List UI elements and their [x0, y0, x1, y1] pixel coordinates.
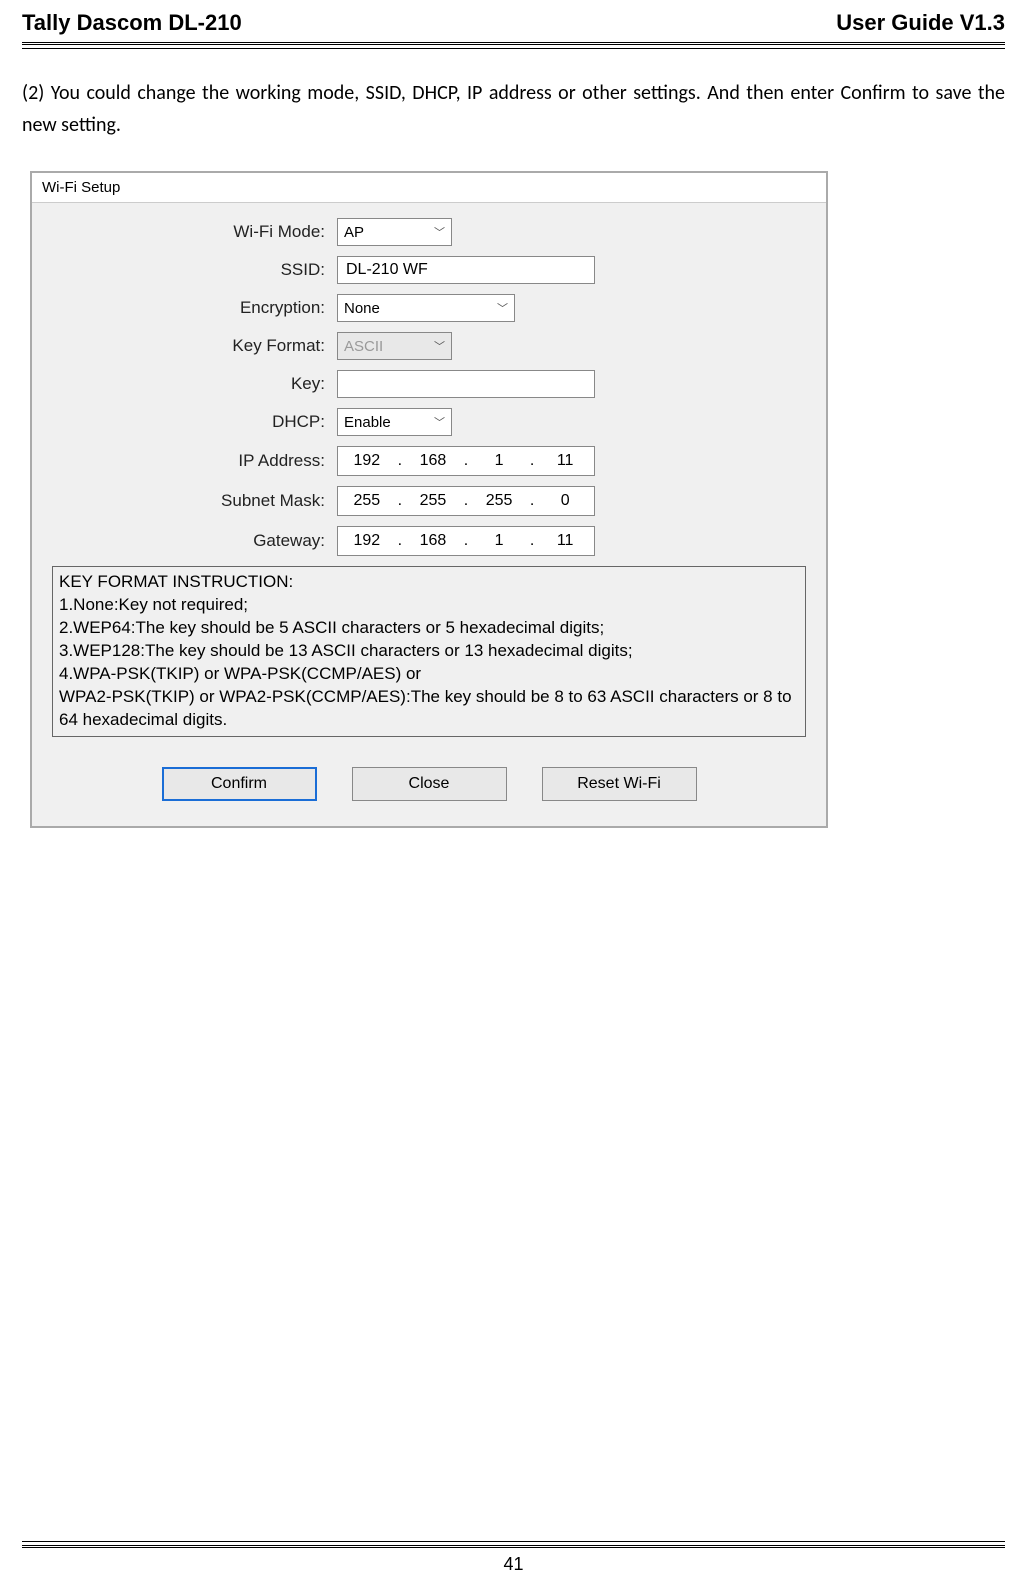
- instruction-line2: 2.WEP64:The key should be 5 ASCII charac…: [59, 617, 799, 640]
- row-gateway: Gateway: 192 . 168 . 1 . 11: [52, 526, 806, 556]
- button-row: Confirm Close Reset Wi-Fi: [52, 767, 806, 801]
- instruction-line3: 3.WEP128:The key should be 13 ASCII char…: [59, 640, 799, 663]
- dialog-title: Wi-Fi Setup: [32, 173, 826, 203]
- reset-wifi-button[interactable]: Reset Wi-Fi: [542, 767, 697, 801]
- gateway-seg-3[interactable]: 1: [470, 529, 528, 553]
- encryption-value: None: [344, 300, 380, 317]
- row-subnet-mask: Subnet Mask: 255 . 255 . 255 . 0: [52, 486, 806, 516]
- dhcp-value: Enable: [344, 414, 391, 431]
- ip-seg-1[interactable]: 192: [338, 449, 396, 473]
- key-format-select: ASCII ﹀: [337, 332, 452, 360]
- row-dhcp: DHCP: Enable ﹀: [52, 408, 806, 436]
- confirm-label: Confirm: [211, 775, 267, 793]
- row-encryption: Encryption: None ﹀: [52, 294, 806, 322]
- ssid-input[interactable]: DL-210 WF: [337, 256, 595, 284]
- page-header: Tally Dascom DL-210 User Guide V1.3: [22, 10, 1005, 45]
- row-ssid: SSID: DL-210 WF: [52, 256, 806, 284]
- header-right: User Guide V1.3: [836, 10, 1005, 36]
- body-paragraph: (2) You could change the working mode, S…: [22, 77, 1005, 141]
- gateway-input[interactable]: 192 . 168 . 1 . 11: [337, 526, 595, 556]
- ip-seg-2[interactable]: 168: [404, 449, 462, 473]
- key-format-value: ASCII: [344, 338, 383, 355]
- footer-rule-1: [22, 1541, 1005, 1542]
- footer-rule-2: 41: [22, 1545, 1005, 1575]
- encryption-select[interactable]: None ﹀: [337, 294, 515, 322]
- ip-dot: .: [528, 452, 536, 470]
- dhcp-select[interactable]: Enable ﹀: [337, 408, 452, 436]
- ip-seg-3[interactable]: 1: [470, 449, 528, 473]
- chevron-down-icon: ﹀: [434, 338, 445, 354]
- subnet-seg-1[interactable]: 255: [338, 489, 396, 513]
- ip-dot: .: [396, 452, 404, 470]
- reset-label: Reset Wi-Fi: [577, 775, 661, 793]
- chevron-down-icon: ﹀: [434, 414, 445, 430]
- instruction-line5: WPA2-PSK(TKIP) or WPA2-PSK(CCMP/AES):The…: [59, 686, 799, 732]
- ip-dot: .: [462, 492, 470, 510]
- key-input[interactable]: [337, 370, 595, 398]
- header-left: Tally Dascom DL-210: [22, 10, 242, 36]
- row-key-format: Key Format: ASCII ﹀: [52, 332, 806, 360]
- confirm-button[interactable]: Confirm: [162, 767, 317, 801]
- label-ssid: SSID:: [52, 260, 337, 280]
- row-ip-address: IP Address: 192 . 168 . 1 . 11: [52, 446, 806, 476]
- ip-dot: .: [528, 492, 536, 510]
- gateway-seg-1[interactable]: 192: [338, 529, 396, 553]
- ssid-value: DL-210 WF: [346, 261, 428, 279]
- subnet-seg-4[interactable]: 0: [536, 489, 594, 513]
- subnet-seg-3[interactable]: 255: [470, 489, 528, 513]
- wifi-setup-dialog: Wi-Fi Setup Wi-Fi Mode: AP ﹀ SSID: DL-21…: [30, 171, 828, 828]
- row-wifi-mode: Wi-Fi Mode: AP ﹀: [52, 218, 806, 246]
- label-key-format: Key Format:: [52, 336, 337, 356]
- label-subnet-mask: Subnet Mask:: [52, 491, 337, 511]
- close-button[interactable]: Close: [352, 767, 507, 801]
- gateway-seg-2[interactable]: 168: [404, 529, 462, 553]
- chevron-down-icon: ﹀: [434, 224, 445, 240]
- instruction-line4: 4.WPA-PSK(TKIP) or WPA-PSK(CCMP/AES) or: [59, 663, 799, 686]
- wifi-mode-value: AP: [344, 224, 364, 241]
- instruction-box: KEY FORMAT INSTRUCTION: 1.None:Key not r…: [52, 566, 806, 737]
- header-rule: [22, 48, 1005, 49]
- label-gateway: Gateway:: [52, 531, 337, 551]
- wifi-mode-select[interactable]: AP ﹀: [337, 218, 452, 246]
- subnet-mask-input[interactable]: 255 . 255 . 255 . 0: [337, 486, 595, 516]
- subnet-seg-2[interactable]: 255: [404, 489, 462, 513]
- gateway-seg-4[interactable]: 11: [536, 529, 594, 553]
- ip-dot: .: [528, 532, 536, 550]
- page-footer: 41: [22, 1541, 1005, 1575]
- ip-dot: .: [396, 532, 404, 550]
- label-ip-address: IP Address:: [52, 451, 337, 471]
- ip-seg-4[interactable]: 11: [536, 449, 594, 473]
- ip-address-input[interactable]: 192 . 168 . 1 . 11: [337, 446, 595, 476]
- label-encryption: Encryption:: [52, 298, 337, 318]
- close-label: Close: [409, 775, 450, 793]
- dialog-body: Wi-Fi Mode: AP ﹀ SSID: DL-210 WF Encrypt…: [32, 203, 826, 826]
- label-key: Key:: [52, 374, 337, 394]
- page-number: 41: [503, 1554, 523, 1574]
- chevron-down-icon: ﹀: [497, 300, 508, 316]
- label-dhcp: DHCP:: [52, 412, 337, 432]
- row-key: Key:: [52, 370, 806, 398]
- instruction-line1: 1.None:Key not required;: [59, 594, 799, 617]
- ip-dot: .: [396, 492, 404, 510]
- ip-dot: .: [462, 532, 470, 550]
- label-wifi-mode: Wi-Fi Mode:: [52, 222, 337, 242]
- ip-dot: .: [462, 452, 470, 470]
- instruction-title: KEY FORMAT INSTRUCTION:: [59, 571, 799, 594]
